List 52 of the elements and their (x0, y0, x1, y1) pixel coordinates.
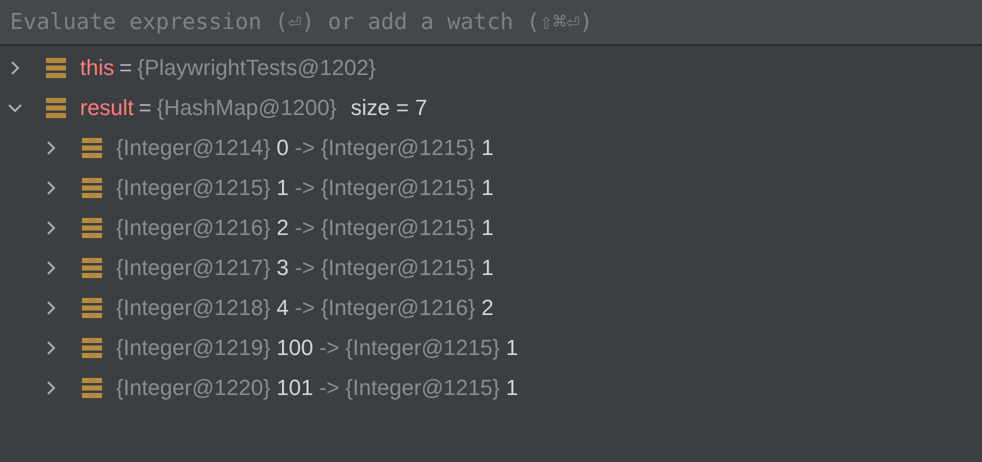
field-icon (82, 218, 102, 238)
entry-value: 1 (506, 375, 518, 401)
entry-value: 1 (506, 335, 518, 361)
entry-value: 1 (481, 175, 494, 201)
value-reference: {Integer@1215} (320, 215, 476, 241)
field-icon (82, 338, 102, 358)
key-value: 3 (276, 255, 289, 281)
value-reference: {Integer@1215} (345, 335, 500, 361)
entry-value: 2 (481, 295, 494, 321)
key-value: 101 (276, 375, 314, 401)
arrow-text: -> (294, 255, 315, 281)
size-label: size = 7 (350, 95, 428, 121)
value-reference: {Integer@1215} (345, 375, 500, 401)
key-reference: {Integer@1219} (116, 335, 270, 361)
arrow-text: -> (294, 295, 315, 321)
field-icon (82, 178, 102, 198)
key-reference: {Integer@1220} (116, 375, 270, 401)
field-icon (82, 298, 102, 318)
equals-sign: = (138, 95, 152, 121)
variable-name: result (80, 95, 134, 121)
field-icon (82, 258, 102, 278)
arrow-text: -> (294, 135, 315, 161)
entry-value: 1 (481, 215, 494, 241)
variable-value: {HashMap@1200} (156, 95, 337, 121)
key-reference: {Integer@1214} (116, 135, 270, 161)
arrow-text: -> (294, 175, 315, 201)
key-reference: {Integer@1215} (116, 175, 270, 201)
key-reference: {Integer@1216} (116, 215, 270, 241)
entry-value: 1 (481, 255, 494, 281)
key-value: 0 (276, 135, 289, 161)
value-reference: {Integer@1215} (320, 135, 476, 161)
key-value: 2 (276, 215, 289, 241)
value-reference: {Integer@1215} (320, 175, 476, 201)
arrow-text: -> (319, 335, 340, 361)
key-value: 4 (276, 295, 289, 321)
field-icon (46, 58, 66, 78)
field-icon (82, 138, 102, 158)
field-icon (82, 378, 102, 398)
variable-value: {PlaywrightTests@1202} (137, 55, 376, 81)
key-value: 100 (276, 335, 314, 361)
field-icon (46, 98, 66, 118)
key-reference: {Integer@1218} (116, 295, 270, 321)
key-reference: {Integer@1217} (116, 255, 270, 281)
arrow-text: -> (294, 215, 315, 241)
key-value: 1 (276, 175, 289, 201)
value-reference: {Integer@1215} (320, 255, 476, 281)
variable-name: this (80, 55, 114, 81)
arrow-text: -> (319, 375, 340, 401)
watch-input-field[interactable]: Evaluate expression (⏎) or add a watch (⇧⌘⏎) (0, 0, 982, 46)
entry-value: 1 (481, 135, 494, 161)
value-reference: {Integer@1216} (320, 295, 476, 321)
equals-sign: = (119, 55, 132, 81)
